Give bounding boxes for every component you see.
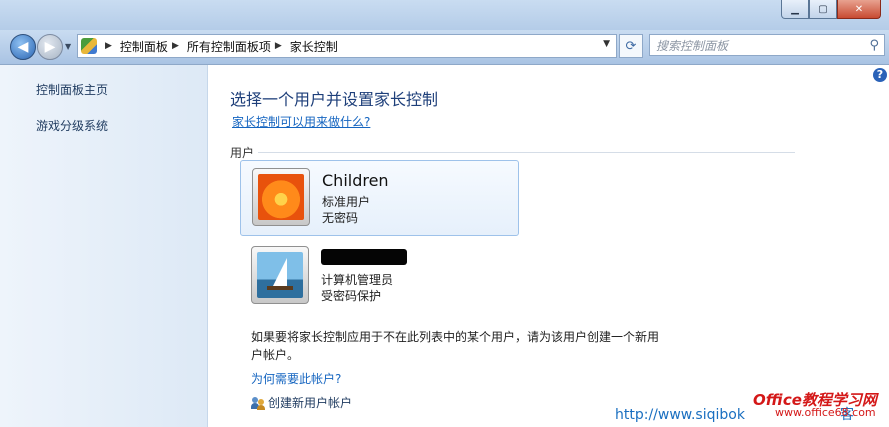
search-input[interactable]: 搜索控制面板 ⚲: [649, 34, 885, 56]
redacted-user-name: [321, 249, 407, 265]
search-icon[interactable]: ⚲: [869, 38, 879, 53]
what-can-parental-controls-do-link[interactable]: 家长控制可以用来做什么?: [232, 113, 370, 130]
breadcrumb-root-arrow[interactable]: ▶: [105, 41, 112, 51]
create-user-account-label[interactable]: 创建新用户帐户: [268, 394, 352, 411]
minimize-button[interactable]: ▁: [781, 0, 809, 19]
refresh-button[interactable]: ⟳: [619, 34, 643, 58]
close-button[interactable]: ✕: [837, 0, 881, 19]
users-group-label: 用户: [230, 146, 255, 160]
sidebar-item-game-ratings[interactable]: 游戏分级系统: [36, 117, 108, 134]
boat-hull: [267, 286, 293, 290]
flower-icon: [258, 174, 304, 220]
user-picture-frame: [251, 246, 309, 304]
user-password-status: 无密码: [322, 211, 359, 225]
why-need-account-link[interactable]: 为何需要此帐户?: [251, 370, 341, 387]
create-user-account-link[interactable]: 创建新用户帐户: [251, 394, 352, 411]
user-password-status: 受密码保护: [321, 289, 382, 303]
address-bar: ◀ ▶ ▼ ▶ 控制面板 ▶ 所有控制面板项 ▶ 家长控制 ▼ ⟳ 搜索控制面板…: [0, 30, 889, 65]
breadcrumb-parental-controls[interactable]: 家长控制: [290, 38, 338, 55]
users-icon: [251, 396, 265, 410]
maximize-button[interactable]: ▢: [809, 0, 837, 19]
group-divider: [258, 152, 795, 153]
breadcrumb-control-panel[interactable]: 控制面板: [120, 38, 168, 55]
user-tile-admin[interactable]: 计算机管理员 受密码保护: [240, 239, 519, 315]
info-text: 如果要将家长控制应用于不在此列表中的某个用户，请为该用户创建一个新用户帐户。: [251, 330, 660, 362]
control-panel-icon: [81, 38, 97, 54]
page-title: 选择一个用户并设置家长控制: [230, 90, 439, 109]
address-dropdown-icon[interactable]: ▼: [603, 39, 610, 49]
search-placeholder: 搜索控制面板: [656, 38, 729, 53]
breadcrumb-all-items[interactable]: 所有控制面板项: [187, 38, 271, 55]
sidebar: 控制面板主页 游戏分级系统: [0, 65, 208, 427]
watermark-brand-url: www.office68.com: [775, 406, 876, 419]
back-button[interactable]: ◀: [10, 34, 36, 60]
sidebar-item-control-panel-home[interactable]: 控制面板主页: [36, 81, 108, 98]
address-field[interactable]: ▶ 控制面板 ▶ 所有控制面板项 ▶ 家长控制 ▼: [77, 34, 617, 58]
user-tile-children[interactable]: Children 标准用户 无密码: [240, 160, 519, 236]
user-type: 计算机管理员: [321, 273, 394, 287]
breadcrumb: ▶ 控制面板 ▶ 所有控制面板项 ▶ 家长控制: [101, 38, 338, 55]
user-type: 标准用户: [322, 195, 371, 209]
user-picture-frame: [252, 168, 310, 226]
title-bar: ▁ ▢ ✕: [0, 0, 889, 30]
breadcrumb-arrow[interactable]: ▶: [275, 41, 282, 51]
breadcrumb-arrow[interactable]: ▶: [172, 41, 179, 51]
forward-button[interactable]: ▶: [37, 34, 63, 60]
window-controls: ▁ ▢ ✕: [781, 0, 881, 19]
sailboat-icon: [257, 252, 303, 298]
sail-shape: [273, 258, 287, 286]
help-icon[interactable]: ?: [873, 68, 887, 82]
user-name: Children: [322, 171, 389, 190]
recent-pages-dropdown[interactable]: ▼: [65, 42, 71, 51]
